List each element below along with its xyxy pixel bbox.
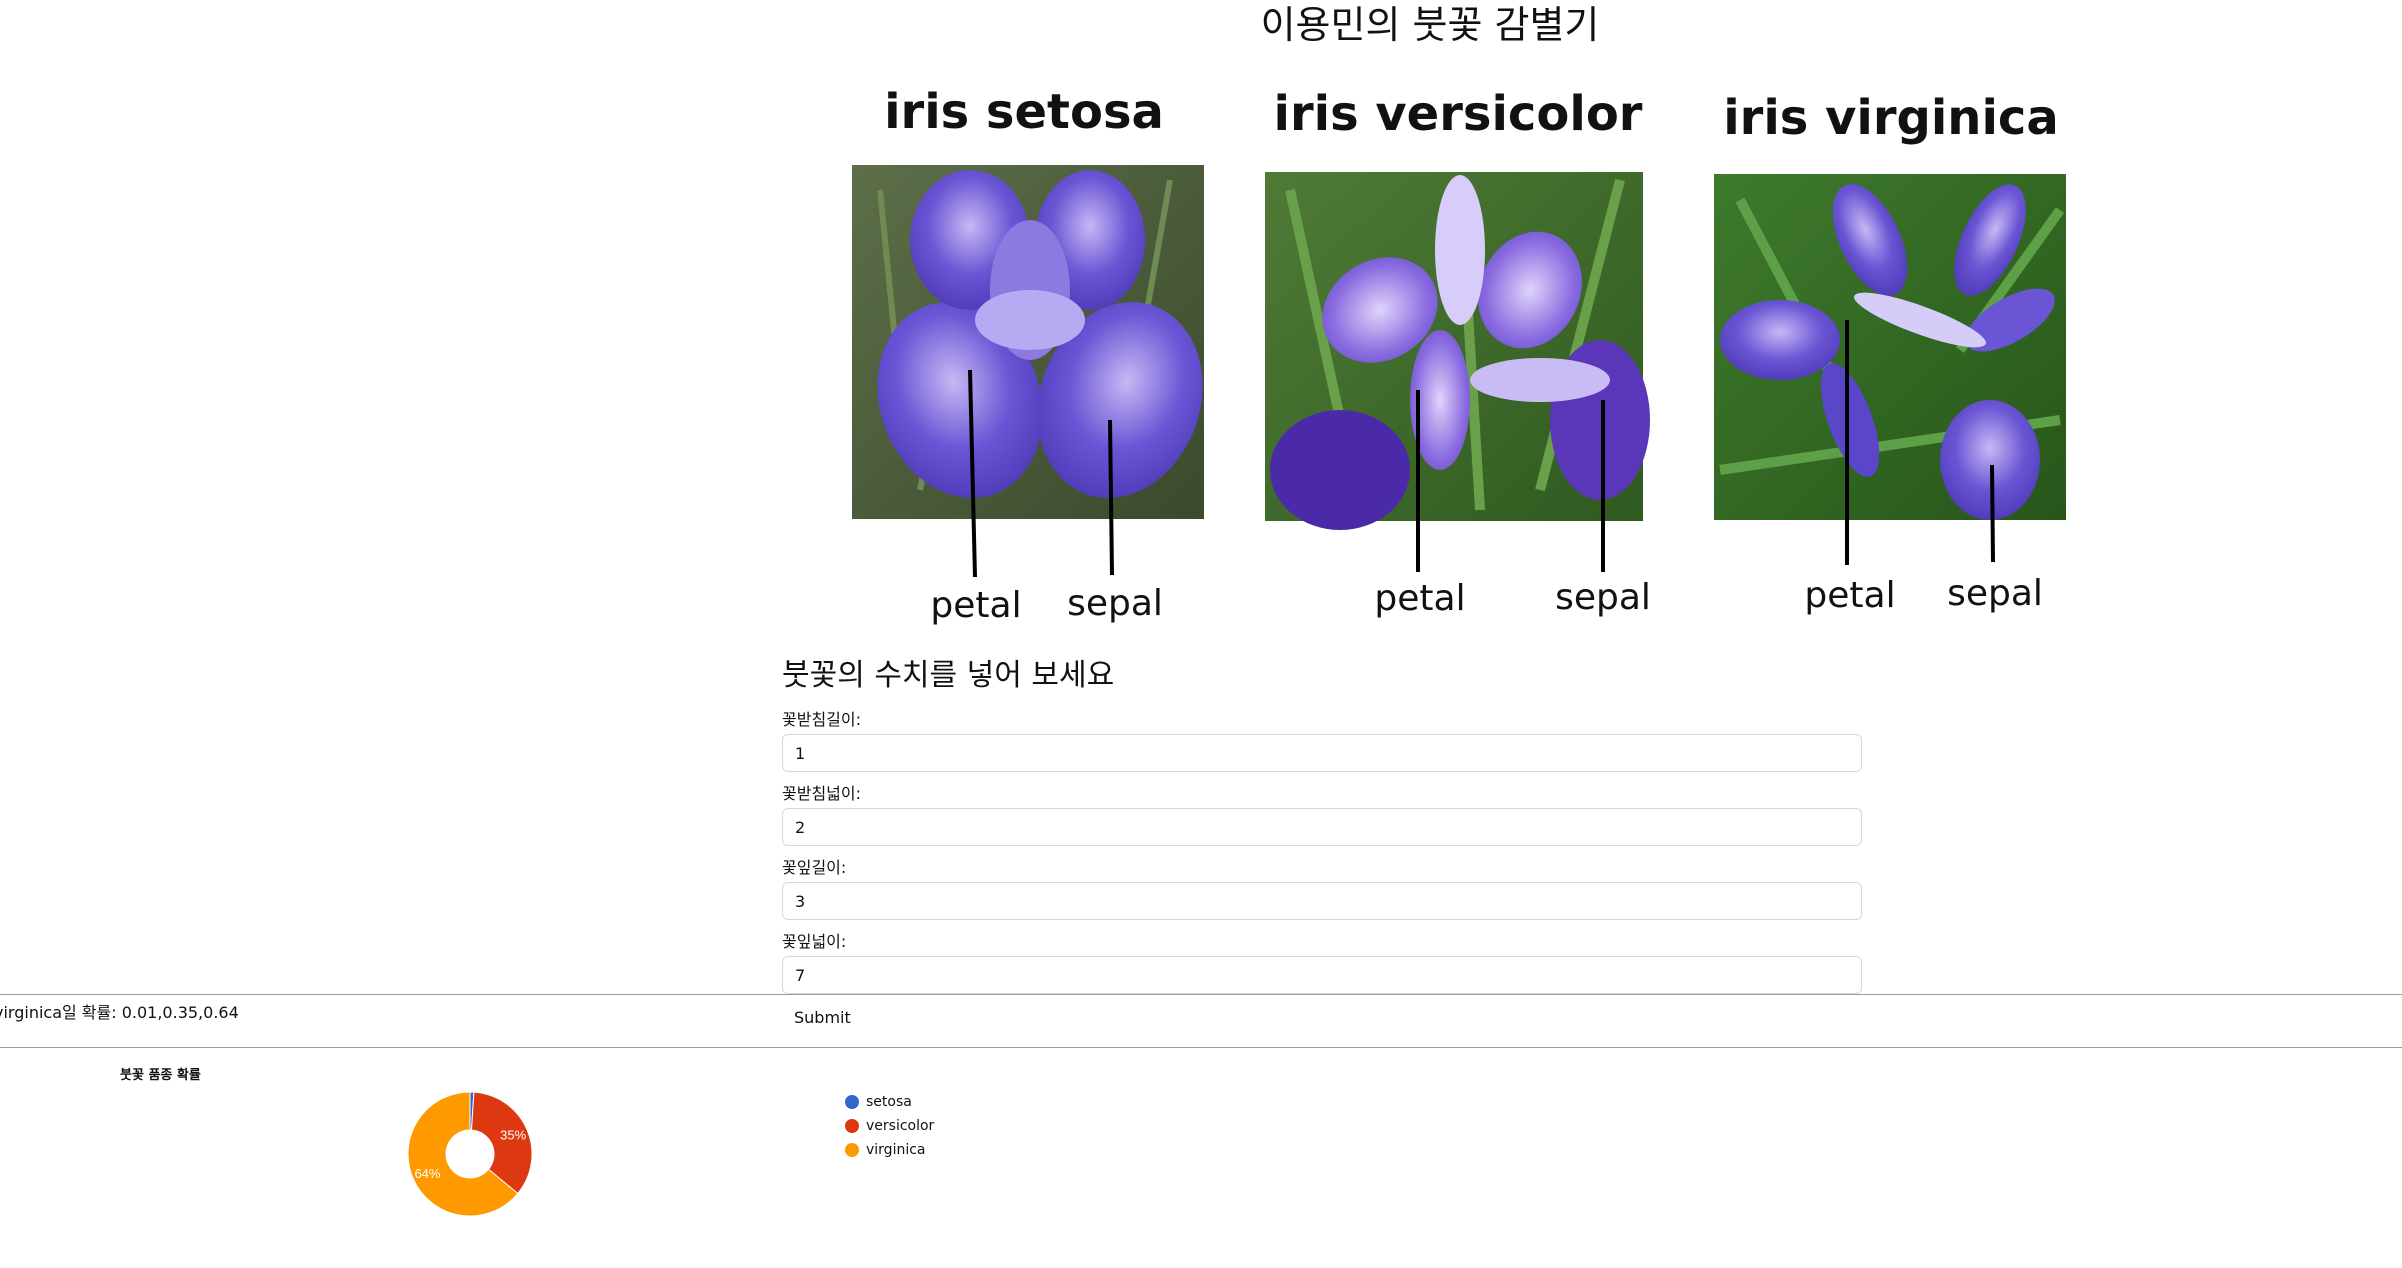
iris-species-image: iris setosa petal sepal iris versicolor <box>852 90 2066 626</box>
setosa-petal-label: petal <box>930 585 1021 626</box>
legend-item-setosa[interactable]: setosa <box>845 1090 934 1114</box>
slice-label-versicolor: 35% <box>500 1127 526 1142</box>
petal-length-label: 꽃잎길이: <box>782 858 847 877</box>
setosa-sepal-label: sepal <box>1067 583 1163 624</box>
versicolor-sepal-label: sepal <box>1555 577 1651 618</box>
legend-label-virginica: virginica <box>866 1142 926 1158</box>
virginica-title: iris virginica <box>1723 90 2059 146</box>
slice-label-virginica: 64% <box>414 1166 440 1181</box>
chart-title: 붓꽃 품종 확률 <box>120 1068 201 1083</box>
prediction-result: virginica일 확률: 0.01,0.35,0.64 <box>0 1003 239 1022</box>
sepal-length-label: 꽃받침길이: <box>782 710 861 729</box>
versicolor-title: iris versicolor <box>1274 90 1643 142</box>
iris-measurement-form: 붓꽃의 수치를 넣어 보세요 꽃받침길이: 꽃받침넓이: 꽃잎길이: 꽃잎넓이:… <box>782 650 1862 1031</box>
petal-width-input[interactable] <box>782 956 1862 994</box>
sepal-width-label: 꽃받침넓이: <box>782 784 861 803</box>
setosa-panel: iris setosa petal sepal <box>852 90 1204 626</box>
petal-width-label: 꽃잎넓이: <box>782 932 847 951</box>
page-title: 이용민의 붓꽃 감별기 <box>1260 3 1600 47</box>
versicolor-panel: iris versicolor petal sepal <box>1265 90 1651 619</box>
result-bottom-divider <box>0 1047 2402 1048</box>
setosa-title: iris setosa <box>884 90 1164 140</box>
versicolor-petal-label: petal <box>1374 578 1465 619</box>
form-heading: 붓꽃의 수치를 넣어 보세요 <box>782 658 1115 693</box>
virginica-petal-label: petal <box>1804 575 1895 616</box>
submit-button[interactable]: Submit <box>782 1004 863 1031</box>
legend-swatch-setosa <box>845 1095 859 1109</box>
page: 이용민의 붓꽃 감별기 iris setosa petal sepal iris… <box>0 0 2402 1268</box>
sepal-width-input[interactable] <box>782 808 1862 846</box>
legend-label-versicolor: versicolor <box>866 1118 935 1134</box>
result-top-divider <box>0 994 2402 995</box>
legend-swatch-virginica <box>845 1143 859 1157</box>
virginica-sepal-label: sepal <box>1947 573 2043 614</box>
legend-item-versicolor[interactable]: versicolor <box>845 1114 934 1138</box>
chart-legend: setosa versicolor virginica <box>845 1090 934 1162</box>
legend-item-virginica[interactable]: virginica <box>845 1138 934 1162</box>
sepal-length-input[interactable] <box>782 734 1862 772</box>
virginica-panel: iris virginica petal sepal <box>1714 90 2066 616</box>
petal-length-input[interactable] <box>782 882 1862 920</box>
species-probability-donut-chart: 35% 64% <box>407 1091 533 1217</box>
legend-swatch-versicolor <box>845 1119 859 1133</box>
legend-label-setosa: setosa <box>866 1094 912 1110</box>
